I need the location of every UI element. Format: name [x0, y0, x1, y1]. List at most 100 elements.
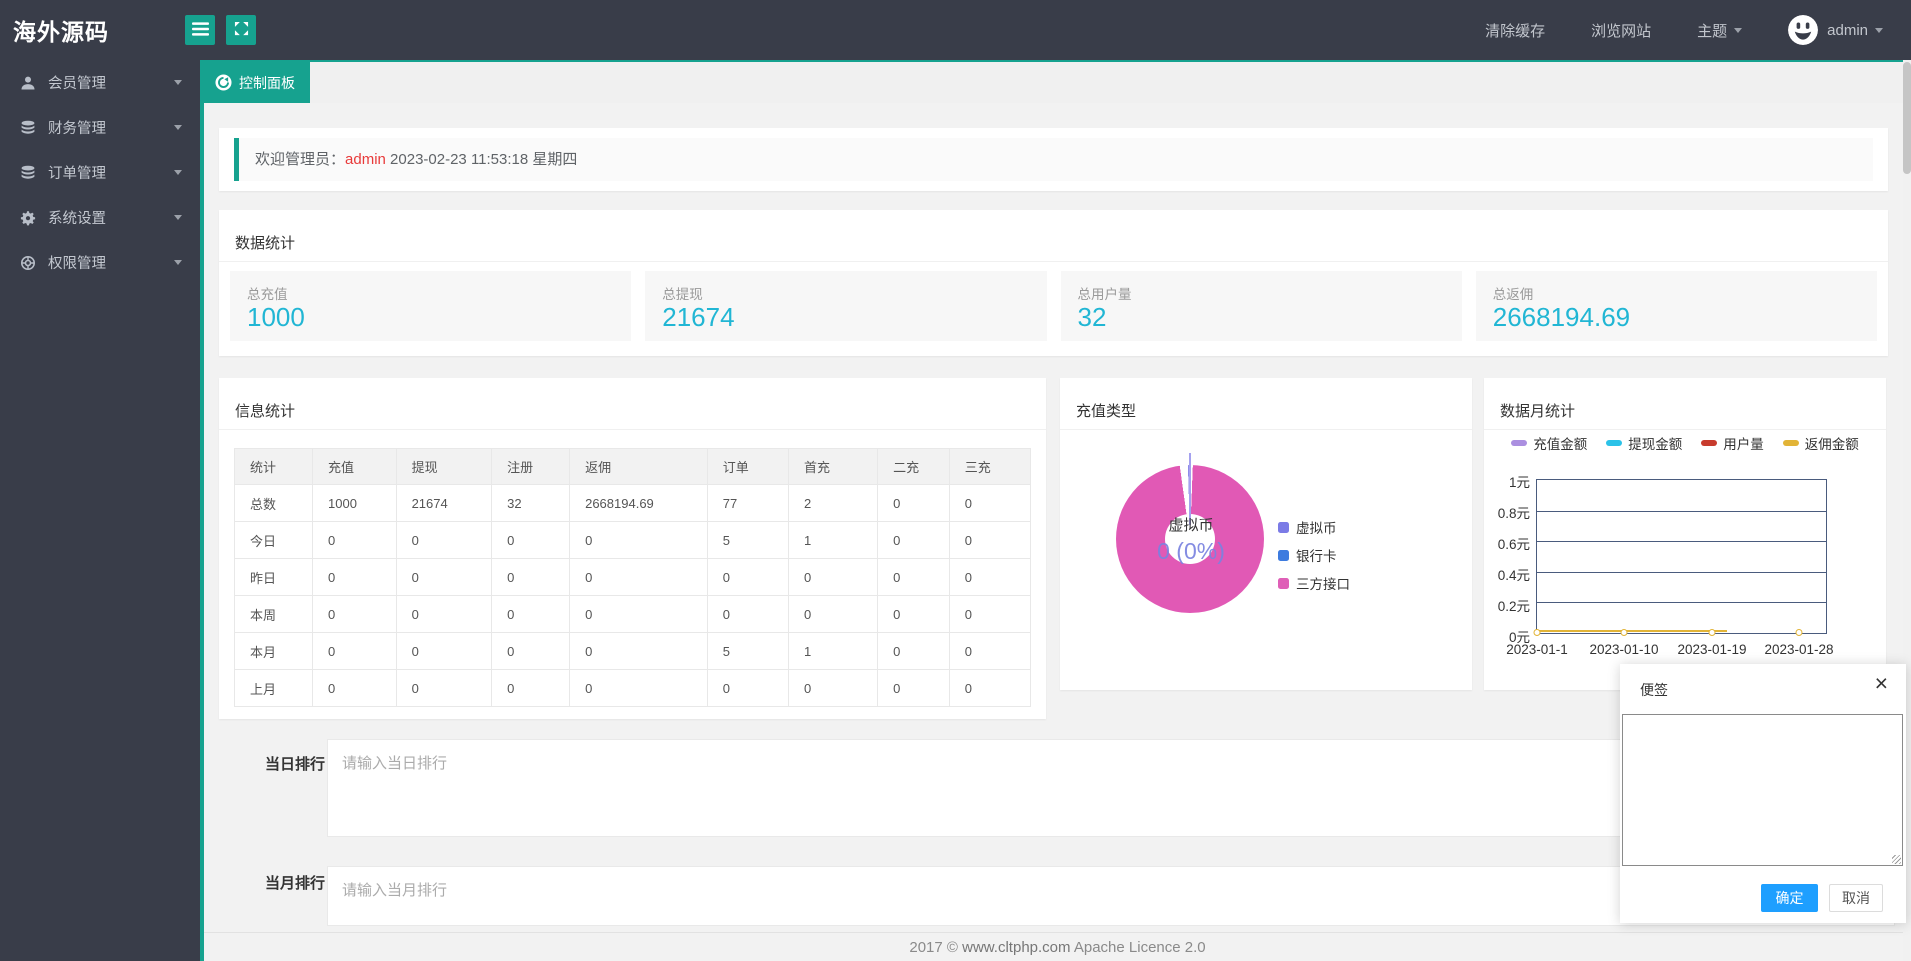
table-header-cell: 首充 — [788, 449, 877, 485]
scrollbar-thumb[interactable] — [1903, 62, 1911, 174]
divider — [1060, 429, 1472, 430]
line-legend-item-1[interactable]: 提现金额 — [1606, 433, 1682, 453]
sidebar-item-2[interactable]: 订单管理 — [0, 150, 200, 195]
table-cell: 0 — [949, 596, 1030, 633]
monthly-rank-label: 当月排行 — [265, 872, 325, 893]
confirm-button[interactable]: 确定 — [1761, 884, 1818, 912]
legend-label: 返佣金额 — [1805, 433, 1859, 453]
divider — [219, 429, 1046, 430]
table-cell: 21674 — [396, 485, 492, 522]
table-cell: 1 — [788, 522, 877, 559]
legend-label: 提现金额 — [1628, 433, 1682, 453]
cancel-button[interactable]: 取消 — [1829, 884, 1883, 912]
avatar — [1788, 15, 1818, 45]
resize-grip[interactable] — [1892, 855, 1901, 864]
y-axis-tick: 0.6元 — [1484, 533, 1530, 549]
table-cell: 0 — [396, 559, 492, 596]
line-legend-item-3[interactable]: 返佣金额 — [1783, 433, 1859, 453]
table-cell: 0 — [878, 596, 950, 633]
line-legend-item-2[interactable]: 用户量 — [1701, 433, 1764, 453]
table-cell: 1000 — [313, 485, 397, 522]
database-icon — [20, 165, 36, 181]
table-cell: 0 — [788, 670, 877, 707]
pie-center-value: 0 (0%) — [1135, 538, 1247, 565]
fullscreen-button[interactable] — [226, 15, 256, 45]
top-navbar: 海外源码 清除缓存 浏览网站 主题 admin — [0, 0, 1911, 60]
theme-label: 主题 — [1697, 20, 1727, 41]
pie-center-label: 虚拟币 — [1160, 514, 1222, 535]
tab-control-panel[interactable]: 控制面板 — [200, 62, 310, 103]
note-title: 便签 — [1640, 680, 1668, 700]
sidebar-item-label: 系统设置 — [48, 207, 106, 228]
y-axis-tick: 0元 — [1484, 626, 1530, 642]
gear-icon — [20, 210, 36, 226]
legend-swatch — [1606, 440, 1622, 446]
note-textarea[interactable] — [1622, 714, 1903, 866]
table-row: 本周00000000 — [235, 596, 1031, 633]
close-icon[interactable]: × — [1875, 672, 1888, 695]
table-cell: 0 — [949, 670, 1030, 707]
y-axis-tick: 0.4元 — [1484, 564, 1530, 580]
table-header-cell: 二充 — [878, 449, 950, 485]
sidebar-item-4[interactable]: 权限管理 — [0, 240, 200, 285]
table-cell: 2 — [788, 485, 877, 522]
table-header-cell: 三充 — [949, 449, 1030, 485]
footer-licence: Apache Licence 2.0 — [1071, 939, 1206, 956]
line-legend-item-0[interactable]: 充值金额 — [1511, 433, 1587, 453]
user-dropdown[interactable]: admin — [1788, 15, 1883, 45]
info-section-card: 信息统计 统计充值提现注册返佣订单首充二充三充 总数10002167432266… — [219, 378, 1046, 719]
legend-label: 用户量 — [1723, 433, 1764, 453]
y-axis-tick: 1元 — [1484, 471, 1530, 487]
table-cell: 0 — [570, 522, 708, 559]
app-logo: 海外源码 — [0, 13, 185, 47]
stats-section-title: 数据统计 — [235, 232, 295, 253]
table-cell: 本周 — [235, 596, 313, 633]
table-cell: 0 — [313, 670, 397, 707]
database-icon — [20, 120, 36, 136]
gridline — [1537, 572, 1826, 573]
table-cell: 0 — [949, 633, 1030, 670]
sidebar-item-0[interactable]: 会员管理 — [0, 60, 200, 105]
pie-legend-item-2[interactable]: 三方接口 — [1278, 573, 1350, 593]
sidebar-item-label: 权限管理 — [48, 252, 106, 273]
stat-label: 总用户量 — [1078, 283, 1132, 303]
legend-label: 虚拟币 — [1296, 517, 1337, 537]
table-header-cell: 返佣 — [570, 449, 708, 485]
recharge-type-title: 充值类型 — [1076, 400, 1136, 421]
pie-legend-item-1[interactable]: 银行卡 — [1278, 545, 1350, 565]
table-cell: 0 — [313, 596, 397, 633]
stat-label: 总充值 — [247, 283, 288, 303]
sidebar-item-3[interactable]: 系统设置 — [0, 195, 200, 240]
table-cell: 0 — [492, 670, 570, 707]
table-header-cell: 提现 — [396, 449, 492, 485]
chevron-down-icon — [174, 80, 182, 85]
welcome-datetime: 2023-02-23 11:53:18 星期四 — [390, 151, 577, 168]
stat-card-0: 总充值1000 — [230, 271, 631, 341]
sidebar-item-1[interactable]: 财务管理 — [0, 105, 200, 150]
table-header-cell: 订单 — [707, 449, 788, 485]
tab-bar: 控制面板 — [200, 60, 1911, 103]
welcome-card: 欢迎管理员：admin 2023-02-23 11:53:18 星期四 — [219, 128, 1888, 191]
table-cell: 5 — [707, 522, 788, 559]
line-chart-plot-area — [1536, 479, 1827, 634]
table-cell: 32 — [492, 485, 570, 522]
table-header-cell: 充值 — [313, 449, 397, 485]
theme-dropdown[interactable]: 主题 — [1697, 20, 1742, 41]
pie-legend-item-0[interactable]: 虚拟币 — [1278, 517, 1350, 537]
table-cell: 0 — [313, 522, 397, 559]
stat-value: 2668194.69 — [1493, 302, 1630, 333]
sidebar-nav: 会员管理财务管理订单管理系统设置权限管理 — [0, 60, 204, 961]
collapse-sidebar-button[interactable] — [185, 15, 215, 45]
browse-site-link[interactable]: 浏览网站 — [1591, 20, 1651, 41]
table-cell: 0 — [949, 522, 1030, 559]
recharge-type-card: 充值类型 虚拟币 0 (0%) 虚拟币银行卡三方接口 — [1060, 378, 1472, 690]
chevron-down-icon — [174, 215, 182, 220]
stat-value: 21674 — [662, 302, 734, 333]
footer-site-link[interactable]: www.cltphp.com — [962, 939, 1070, 956]
stat-value: 32 — [1078, 302, 1107, 333]
clear-cache-link[interactable]: 清除缓存 — [1485, 20, 1545, 41]
table-cell: 5 — [707, 633, 788, 670]
stat-card-3: 总返佣2668194.69 — [1476, 271, 1877, 341]
footer-year: 2017 © — [909, 939, 962, 956]
table-cell: 0 — [707, 559, 788, 596]
